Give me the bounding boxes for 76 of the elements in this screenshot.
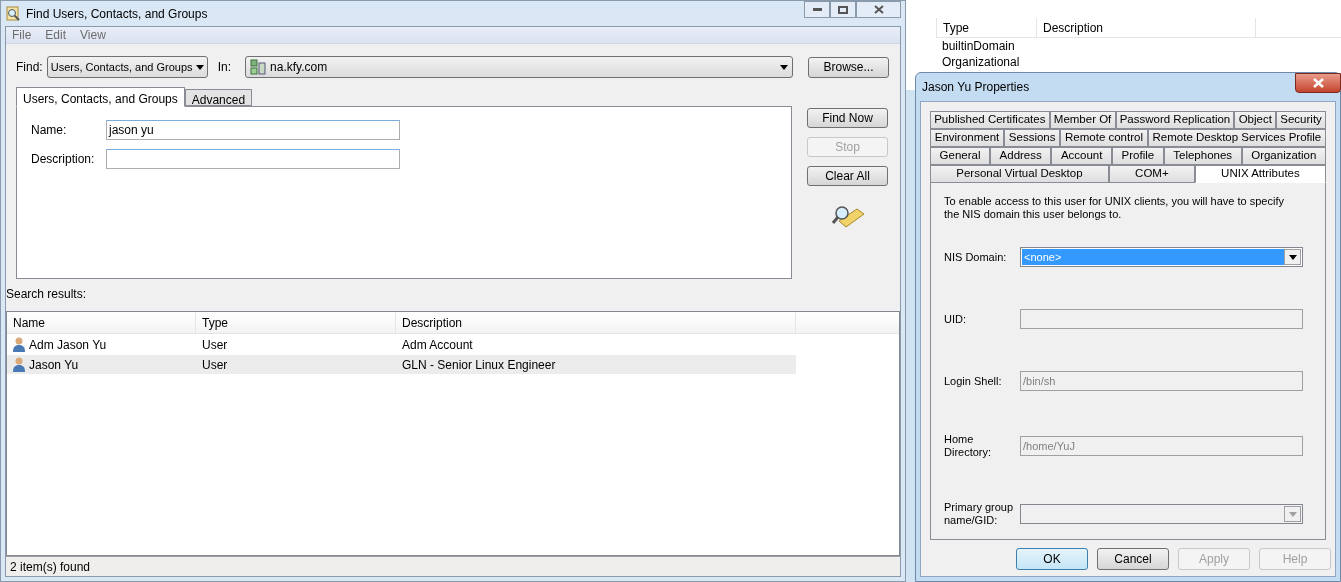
table-cell-text: Adm Jason Yu — [29, 336, 107, 354]
result-row[interactable]: Adm Jason Yu User Adm Account — [7, 335, 796, 354]
tab[interactable]: UNIX Attributes — [1194, 165, 1326, 183]
tab[interactable]: Address — [990, 147, 1052, 165]
window-title: Jason Yu Properties — [922, 79, 1030, 96]
in-label: In: — [217, 59, 232, 76]
table-cell-text: User — [202, 336, 228, 354]
field-label: NIS Domain: — [944, 250, 1008, 264]
close-button[interactable] — [856, 1, 901, 18]
tab[interactable]: Published Certificates — [930, 111, 1050, 129]
menu-item[interactable]: Edit — [45, 26, 67, 44]
field-label: Primary group name/GID: — [944, 501, 1015, 527]
text-field[interactable]: jason yu — [106, 120, 400, 140]
table-cell-text: GLN - Senior Linux Engineer — [402, 356, 556, 374]
column-header[interactable]: Name — [7, 312, 196, 333]
column-header[interactable]: Type — [936, 18, 1036, 37]
tab[interactable]: Member Of — [1049, 111, 1116, 129]
dialog-button[interactable]: Cancel — [1097, 548, 1169, 570]
text-field[interactable] — [106, 149, 400, 169]
action-button[interactable]: Clear All — [807, 166, 888, 186]
tab[interactable]: COM+ — [1108, 165, 1195, 183]
close-icon — [1312, 78, 1324, 88]
user-icon — [13, 357, 25, 372]
result-row[interactable]: Jason Yu User GLN - Senior Linux Engineer — [7, 355, 796, 374]
location-dropdown[interactable]: na.kfy.com — [245, 56, 794, 78]
list-item[interactable]: builtinDomain — [942, 38, 1341, 54]
field-label: Name: — [31, 122, 68, 139]
tab[interactable]: Advanced — [184, 89, 253, 106]
column-header[interactable]: Description — [396, 312, 796, 333]
field-label: Home Directory: — [944, 433, 993, 459]
caret-icon — [1288, 511, 1297, 517]
close-icon — [873, 5, 884, 14]
search-icon — [830, 203, 865, 229]
object-type-dropdown[interactable]: Users, Contacts, and Groups — [46, 56, 208, 78]
results-label: Search results: — [6, 286, 88, 303]
tab[interactable]: Account — [1051, 147, 1112, 165]
column-header[interactable]: Type — [196, 312, 396, 333]
maximize-button[interactable] — [830, 1, 856, 18]
tab[interactable]: General — [930, 147, 991, 165]
menu-item[interactable]: View — [80, 26, 106, 44]
domain-icon — [250, 59, 267, 75]
caret-icon — [195, 64, 204, 70]
tab[interactable]: Sessions — [1004, 129, 1061, 147]
caret-icon — [1288, 254, 1297, 260]
tab[interactable]: Object — [1234, 111, 1277, 129]
close-button[interactable] — [1295, 73, 1341, 93]
menu-item[interactable]: File — [12, 26, 32, 44]
tab[interactable]: Environment — [930, 129, 1005, 147]
tab[interactable]: Remote Desktop Services Profile — [1147, 129, 1326, 147]
table-cell-text: Adm Account — [402, 336, 473, 354]
tab[interactable]: Personal Virtual Desktop — [930, 165, 1109, 183]
tab[interactable]: Profile — [1112, 147, 1164, 165]
user-icon — [13, 337, 25, 352]
table-cell-text: User — [202, 356, 228, 374]
search-directory-icon — [5, 5, 21, 22]
browse-button[interactable]: Browse... — [808, 56, 890, 78]
window-title: Find Users, Contacts, and Groups — [26, 5, 208, 23]
tab[interactable]: Telephones — [1163, 147, 1242, 165]
tab[interactable]: Organization — [1241, 147, 1326, 165]
intro-text: To enable access to this user for UNIX clients, you will have to specify the NIS domain this user belongs to. — [944, 195, 1285, 221]
field-label: Login Shell: — [944, 374, 1003, 388]
minimize-button[interactable] — [804, 1, 830, 18]
dialog-button[interactable]: OK — [1016, 548, 1088, 570]
list-item[interactable]: Organizational — [942, 54, 1341, 70]
tab[interactable]: Security — [1276, 111, 1326, 129]
status-text: 2 item(s) found — [10, 558, 91, 576]
table-cell-text: Jason Yu — [29, 356, 79, 374]
tab[interactable]: Remote control — [1060, 129, 1148, 147]
tab[interactable]: Password Replication — [1115, 111, 1235, 129]
find-label: Find: — [16, 59, 43, 76]
caret-icon — [780, 64, 789, 70]
action-button[interactable]: Find Now — [807, 108, 888, 128]
column-header[interactable]: Description — [1036, 18, 1256, 37]
field-label: Description: — [31, 151, 96, 168]
field-label: UID: — [944, 312, 967, 326]
tab[interactable]: Users, Contacts, and Groups — [16, 87, 185, 107]
